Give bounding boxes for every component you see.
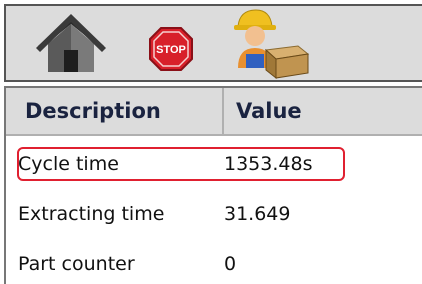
column-header-description[interactable]: Description bbox=[6, 88, 224, 134]
status-table: Description Value Cycle time 1353.48s Ex… bbox=[4, 86, 422, 284]
row-description: Extracting time bbox=[18, 203, 165, 225]
table-row[interactable]: Cycle time 1353.48s bbox=[6, 140, 422, 188]
table-row[interactable]: Part counter 0 bbox=[6, 240, 422, 284]
toolbar: STOP bbox=[4, 4, 422, 82]
machine-status-panel: STOP Description Value Cycle time 1353.4… bbox=[0, 0, 422, 284]
table-header: Description Value bbox=[6, 86, 422, 136]
row-description: Cycle time bbox=[18, 153, 119, 175]
stop-button[interactable]: STOP bbox=[144, 6, 198, 80]
row-description: Part counter bbox=[18, 253, 135, 275]
row-value: 31.649 bbox=[224, 203, 291, 225]
row-value: 0 bbox=[224, 253, 237, 275]
worker-with-box-icon bbox=[234, 9, 310, 80]
operator-button[interactable] bbox=[228, 6, 312, 80]
column-header-value[interactable]: Value bbox=[224, 88, 422, 134]
stop-sign-label: STOP bbox=[156, 44, 186, 56]
table-row[interactable]: Extracting time 31.649 bbox=[6, 190, 422, 238]
row-value: 1353.48s bbox=[224, 153, 313, 175]
home-button[interactable] bbox=[34, 6, 108, 80]
house-icon bbox=[36, 14, 106, 72]
stop-sign-icon: STOP bbox=[149, 27, 193, 71]
